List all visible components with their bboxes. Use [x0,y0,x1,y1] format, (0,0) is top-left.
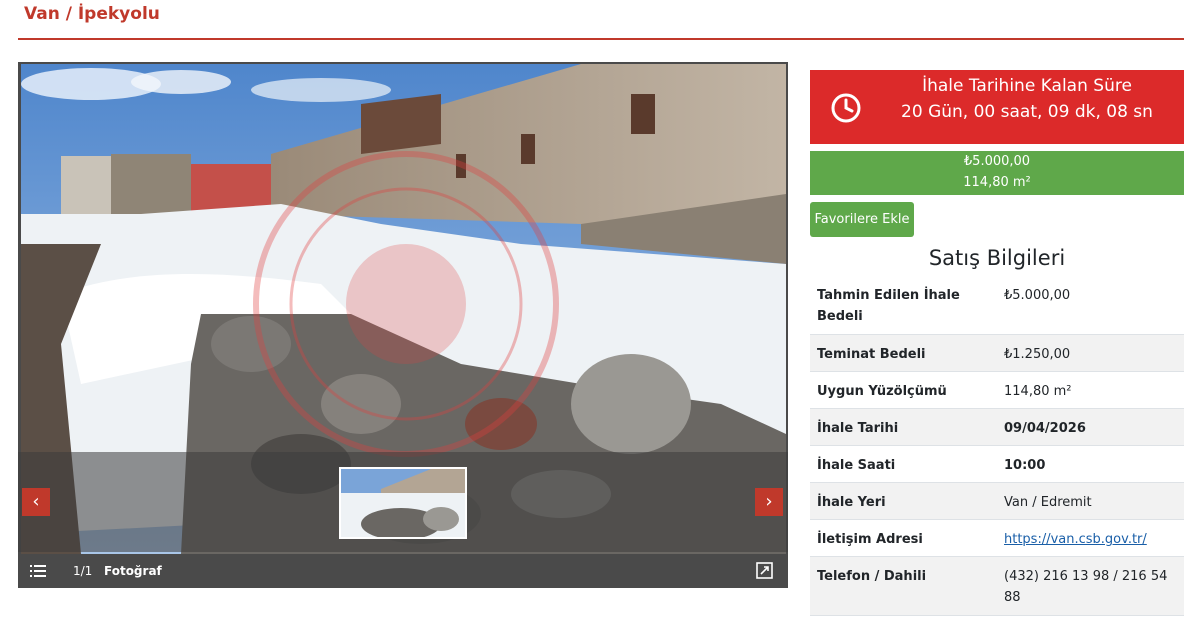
list-icon[interactable] [30,563,46,579]
row-value: ₺5.000,00 [1004,288,1071,303]
countdown-value: 20 Gün, 00 saat, 09 dk, 08 sn [901,102,1153,122]
sale-info-title: Satış Bilgileri [928,246,1066,270]
countdown-title: İhale Tarihine Kalan Süre [922,76,1132,96]
next-photo-button[interactable]: › [755,488,783,516]
thumbnail-strip [18,452,788,552]
clock-icon [830,92,862,124]
row-label: İletişim Adresi [817,532,923,547]
add-to-favorites-button[interactable]: Favorilere Ekle [810,202,914,237]
expand-icon[interactable] [756,562,773,579]
table-row: İhale Yeri Van / Edremit [810,483,1184,520]
row-value: 10:00 [1004,458,1046,473]
row-label: Uygun Yüzölçümü [817,384,947,399]
thumbnail[interactable] [339,467,467,539]
photo-gallery: ‹ › 1/1 Fotoğraf [18,62,788,588]
chevron-left-icon: ‹ [32,491,40,512]
table-row: Telefon / Dahili (432) 216 13 98 / 216 5… [810,557,1184,616]
row-label: İhale Yeri [817,495,886,510]
table-row: Tahmin Edilen İhale Bedeli ₺5.000,00 [810,276,1184,335]
gallery-toolbar: 1/1 Fotoğraf [18,554,788,588]
table-row: İletişim Adresi https://van.csb.gov.tr/ [810,520,1184,557]
table-row: İhale Tarihi 09/04/2026 [810,409,1184,446]
breadcrumb: Van / İpekyolu [24,4,160,24]
prev-photo-button[interactable]: ‹ [22,488,50,516]
row-value: https://van.csb.gov.tr/ [1004,529,1176,550]
row-label: Telefon / Dahili [817,569,927,584]
row-value: Van / Edremit [1004,495,1092,510]
sale-info-table: Tahmin Edilen İhale Bedeli ₺5.000,00 Tem… [810,276,1184,616]
row-value: (432) 216 13 98 / 216 54 88 [1004,569,1168,605]
table-row: İhale Saati 10:00 [810,446,1184,483]
row-label: Tahmin Edilen İhale Bedeli [817,288,960,324]
price-area: 114,80 m² [963,175,1031,190]
countdown-panel: İhale Tarihine Kalan Süre 20 Gün, 00 saa… [810,70,1184,144]
title-divider [18,38,1184,40]
price-summary: ₺5.000,00 114,80 m² [810,151,1184,195]
row-label: İhale Saati [817,458,896,473]
row-value: 09/04/2026 [1004,421,1086,436]
table-row: Teminat Bedeli ₺1.250,00 [810,335,1184,372]
table-row: Uygun Yüzölçümü 114,80 m² [810,372,1184,409]
row-label: Teminat Bedeli [817,347,926,362]
contact-address-link[interactable]: https://van.csb.gov.tr/ [1004,532,1147,547]
row-label: İhale Tarihi [817,421,899,436]
price-amount: ₺5.000,00 [963,154,1031,169]
photo-label: Fotoğraf [104,564,162,578]
row-value: 114,80 m² [1004,384,1072,399]
photo-counter: 1/1 [73,564,93,578]
chevron-right-icon: › [765,491,773,512]
row-value: ₺1.250,00 [1004,347,1071,362]
